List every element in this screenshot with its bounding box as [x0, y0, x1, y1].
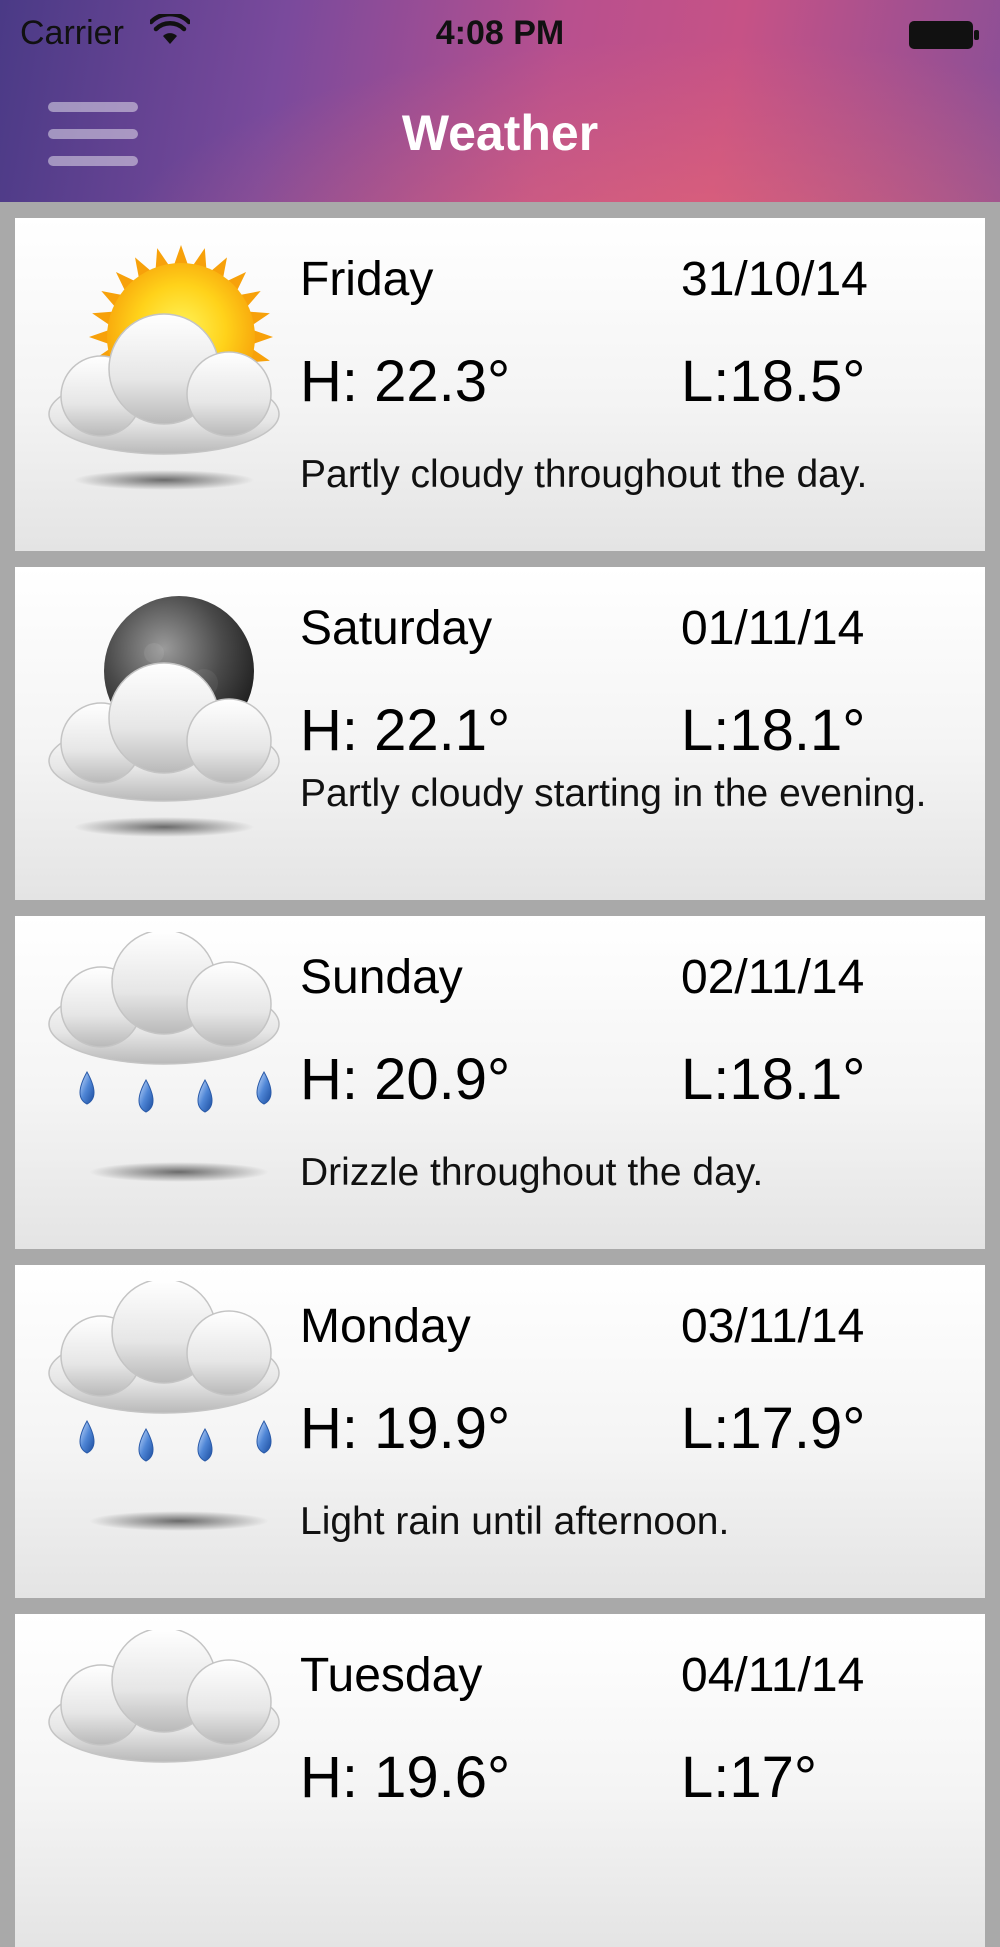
forecast-date: 02/11/14: [681, 951, 865, 1004]
partly-cloudy-day-icon: [48, 245, 280, 490]
forecast-date: 01/11/14: [681, 602, 865, 655]
forecast-card[interactable]: Tuesday 04/11/14 H: 19.6° L:17°: [15, 1614, 985, 1947]
forecast-date: 03/11/14: [681, 1300, 865, 1353]
forecast-summary: Drizzle throughout the day.: [300, 1151, 764, 1194]
navigation-bar: Weather: [0, 68, 1000, 202]
forecast-low: L:18.1°: [681, 698, 866, 763]
forecast-low: L:17.9°: [681, 1396, 866, 1461]
forecast-high: H: 22.1°: [300, 698, 511, 763]
cloud-icon: [48, 1630, 280, 1763]
forecast-date: 31/10/14: [681, 253, 868, 306]
forecast-low: L:18.5°: [681, 349, 866, 414]
forecast-card[interactable]: Friday 31/10/14 H: 22.3° L:18.5° Partly …: [15, 218, 985, 551]
forecast-card[interactable]: Sunday 02/11/14 H: 20.9° L:18.1° Drizzle…: [15, 916, 985, 1249]
battery-icon: [909, 21, 979, 49]
rain-icon: [48, 932, 280, 1182]
forecast-day: Sunday: [300, 951, 463, 1004]
forecast-low: L:18.1°: [681, 1047, 866, 1112]
forecast-day: Monday: [300, 1300, 471, 1353]
page-title: Weather: [401, 105, 599, 161]
forecast-day: Friday: [300, 253, 434, 306]
forecast-high: H: 20.9°: [300, 1047, 511, 1112]
status-time: 4:08 PM: [435, 14, 565, 52]
forecast-card[interactable]: Saturday 01/11/14 H: 22.1° L:18.1° Partl…: [15, 567, 985, 900]
partly-cloudy-night-icon: [48, 596, 280, 837]
forecast-summary: Partly cloudy throughout the day.: [300, 453, 868, 496]
forecast-day: Tuesday: [300, 1649, 483, 1702]
status-bar: Carrier 4:08 PM: [0, 0, 1000, 68]
forecast-card[interactable]: Monday 03/11/14 H: 19.9° L:17.9° Light r…: [15, 1265, 985, 1598]
forecast-day: Saturday: [300, 602, 493, 655]
forecast-high: H: 19.9°: [300, 1396, 511, 1461]
forecast-date: 04/11/14: [681, 1649, 865, 1702]
forecast-high: H: 22.3°: [300, 349, 511, 414]
rain-icon: [48, 1281, 280, 1531]
forecast-summary: Light rain until afternoon.: [300, 1500, 730, 1543]
forecast-summary: Partly cloudy starting in the evening.: [300, 772, 927, 815]
